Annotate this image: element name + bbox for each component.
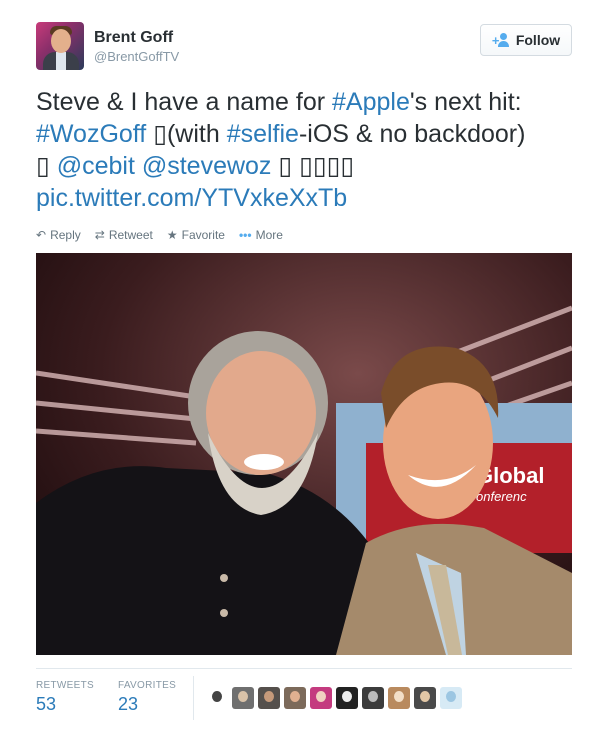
hashtag-selfie[interactable]: #selfie <box>227 120 299 148</box>
more-button[interactable]: ••• More <box>239 228 283 242</box>
stats-divider <box>36 668 572 669</box>
display-name[interactable]: Brent Goff <box>94 28 179 48</box>
add-user-icon: + <box>492 33 510 47</box>
reply-icon: ↶ <box>36 228 47 242</box>
favoriter-avatar[interactable] <box>310 687 332 709</box>
favoriter-avatar[interactable] <box>440 687 462 709</box>
favoriter-avatar[interactable] <box>414 687 436 709</box>
user-names[interactable]: Brent Goff @BrentGoffTV <box>94 28 179 66</box>
favoriter-avatar[interactable] <box>388 687 410 709</box>
favorite-button[interactable]: ★ Favorite <box>167 228 225 242</box>
favorites-stat[interactable]: FAVORITES 23 <box>118 680 200 720</box>
mention-cebit[interactable]: @cebit <box>57 152 135 180</box>
tweet-text-segment: 's next hit: <box>409 88 522 116</box>
follow-button[interactable]: + Follow <box>480 24 572 56</box>
favorite-label: Favorite <box>181 228 225 242</box>
favoriter-avatar[interactable] <box>336 687 358 709</box>
follow-button-label: Follow <box>515 32 561 48</box>
favoriter-avatar[interactable] <box>362 687 384 709</box>
favorites-count[interactable]: 23 <box>118 692 176 716</box>
tweet-text: Steve & I have a name for #Apple's next … <box>36 86 576 214</box>
retweets-stat[interactable]: RETWEETS 53 <box>36 680 118 720</box>
favorites-label: FAVORITES <box>117 680 177 691</box>
emoji-glyph: ▯ <box>146 120 167 148</box>
reply-button[interactable]: ↶ Reply <box>36 228 81 242</box>
more-dots-icon: ••• <box>238 228 252 242</box>
tweet-header: Brent Goff @BrentGoffTV + Follow <box>36 22 572 72</box>
emoji-glyph: ▯ <box>36 152 57 180</box>
tweet-text-segment: (with <box>166 120 227 148</box>
tweet-text-segment: -iOS & no backdoor) <box>298 120 526 148</box>
favoriters-avatars <box>206 687 462 709</box>
user-handle[interactable]: @BrentGoffTV <box>94 48 179 66</box>
avatar[interactable] <box>36 22 84 70</box>
retweet-icon: ⇄ <box>94 228 105 242</box>
retweets-label: RETWEETS <box>36 680 94 691</box>
reply-label: Reply <box>50 228 81 242</box>
hashtag-wozgoff[interactable]: #WozGoff <box>36 120 146 148</box>
more-label: More <box>255 228 283 242</box>
hashtag-apple[interactable]: #Apple <box>332 88 410 116</box>
star-icon: ★ <box>166 228 178 242</box>
favoriter-avatar[interactable] <box>284 687 306 709</box>
tweet-actions: ↶ Reply ⇄ Retweet ★ Favorite ••• More <box>36 226 283 244</box>
stats-separator <box>193 676 194 720</box>
retweet-button[interactable]: ⇄ Retweet <box>95 228 153 242</box>
tweet-text-segment: Steve & I have a name for <box>36 88 332 116</box>
pic-link[interactable]: pic.twitter.com/YTVxkeXxTb <box>36 184 347 212</box>
favoriter-avatar[interactable] <box>232 687 254 709</box>
favoriter-avatar[interactable] <box>258 687 280 709</box>
emoji-glyph: ▯ ▯▯▯▯ <box>271 152 355 180</box>
retweets-count[interactable]: 53 <box>36 692 94 716</box>
selfie-photo: Global onferenc <box>36 253 572 655</box>
favoriter-avatar[interactable] <box>206 687 228 709</box>
tweet-stats: RETWEETS 53 FAVORITES 23 <box>36 680 200 720</box>
retweet-label: Retweet <box>108 228 153 242</box>
tweet-photo[interactable]: Global onferenc <box>36 253 572 655</box>
sign-text-2: onferenc <box>476 489 527 504</box>
mention-stevewoz[interactable]: @stevewoz <box>142 152 272 180</box>
